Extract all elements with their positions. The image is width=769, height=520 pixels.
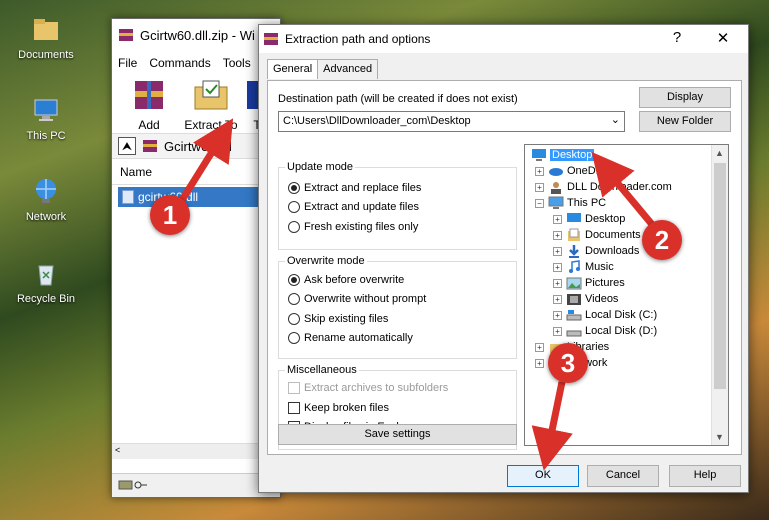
arrow-3 — [531, 381, 573, 471]
arrow-2 — [591, 151, 658, 231]
arrow-1 — [179, 118, 234, 202]
annotation-arrows — [179, 118, 658, 471]
step-badge-1: 1 — [150, 195, 190, 235]
step-badge-2: 2 — [642, 220, 682, 260]
step-badge-3: 3 — [548, 343, 588, 383]
